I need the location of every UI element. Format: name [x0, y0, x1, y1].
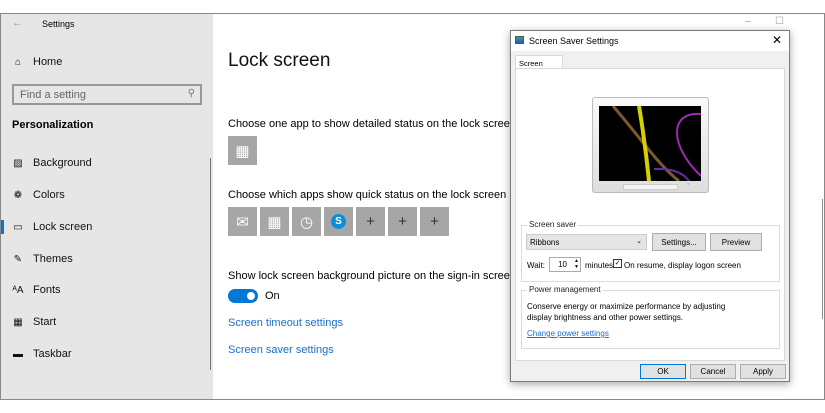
taskbar-icon: ▬ — [13, 348, 23, 360]
spin-arrows-icon[interactable]: ▲ ▼ — [574, 258, 579, 270]
resume-checkbox[interactable]: ✓ — [613, 259, 622, 268]
plus-icon: + — [398, 213, 407, 230]
signin-background-label: Show lock screen background picture on t… — [228, 270, 516, 282]
close-icon[interactable]: ✕ — [772, 33, 782, 47]
section-heading: Personalization — [12, 119, 94, 131]
alarms-app-tile[interactable]: ◷ — [292, 207, 321, 236]
apply-button[interactable]: Apply — [740, 364, 786, 379]
nav-label: Taskbar — [33, 348, 72, 360]
minimize-button[interactable]: – — [745, 16, 751, 27]
power-description: Conserve energy or maximize performance … — [527, 302, 726, 322]
sidebar-item-background[interactable]: ▨ Background — [11, 157, 92, 169]
add-app-button[interactable]: + — [420, 207, 449, 236]
window-title: Settings — [42, 19, 75, 29]
calendar-app-tile[interactable]: ▦ — [228, 136, 257, 165]
sidebar-item-fonts[interactable]: ᴬA Fonts — [11, 284, 61, 296]
sidebar-item-start[interactable]: ▦ Start — [11, 316, 56, 328]
power-led-icon: ◦ — [687, 181, 690, 188]
nav-label: Themes — [33, 253, 73, 265]
monitor-app-icon — [515, 36, 524, 44]
screen-saver-dialog: Screen Saver Settings ✕ Screen Saver ◦ S… — [510, 30, 790, 382]
search-placeholder: Find a setting — [20, 89, 87, 101]
screen-timeout-link[interactable]: Screen timeout settings — [228, 317, 343, 329]
mail-app-tile[interactable]: ✉ — [228, 207, 257, 236]
monitor-preview: ◦ — [592, 97, 709, 193]
add-app-button[interactable]: + — [356, 207, 385, 236]
chevron-down-icon: ⌄ — [636, 238, 642, 245]
screen-saver-group: Screen saver Ribbons ⌄ Settings... Previe… — [521, 220, 780, 282]
group-label: Screen saver — [527, 220, 579, 229]
plus-icon: + — [366, 213, 375, 230]
resume-label: On resume, display logon screen — [624, 261, 741, 270]
dialog-title: Screen Saver Settings — [529, 36, 619, 46]
nav-label: Fonts — [33, 284, 61, 296]
tab-screen-saver[interactable]: Screen Saver — [515, 55, 563, 77]
tab-panel: ◦ Screen saver Ribbons ⌄ Settings... Prev… — [515, 68, 785, 361]
select-value: Ribbons — [530, 238, 560, 247]
search-icon: ⚲ — [187, 88, 195, 99]
fonts-icon: ᴬA — [12, 284, 24, 296]
screen-saver-select[interactable]: Ribbons ⌄ — [526, 234, 647, 250]
sidebar-item-home[interactable]: ⌂ Home — [11, 56, 62, 68]
nav-label: Colors — [33, 189, 65, 201]
skype-app-tile[interactable]: S — [324, 207, 353, 236]
sidebar: ← Settings ⌂ Home Find a setting ⚲ Person… — [1, 14, 213, 399]
image-icon: ▨ — [13, 157, 23, 169]
wait-minutes-stepper[interactable]: 10 ▲ ▼ — [549, 257, 581, 272]
nav-label: Background — [33, 157, 92, 169]
calendar-icon: ▦ — [267, 213, 282, 231]
quick-status-label: Choose which apps show quick status on t… — [228, 189, 507, 201]
wait-value: 10 — [558, 260, 567, 269]
main-scrollbar[interactable] — [822, 199, 823, 319]
selected-indicator — [1, 220, 4, 234]
detailed-status-label: Choose one app to show detailed status o… — [228, 118, 517, 130]
power-management-group: Power management Conserve energy or maxi… — [521, 285, 780, 349]
lock-screen-icon: ▭ — [13, 221, 23, 233]
home-icon: ⌂ — [14, 56, 22, 68]
signin-background-toggle[interactable] — [228, 289, 258, 303]
mail-icon: ✉ — [236, 213, 249, 231]
start-icon: ▦ — [13, 316, 23, 328]
back-arrow-icon[interactable]: ← — [12, 17, 23, 29]
change-power-settings-link[interactable]: Change power settings — [527, 329, 609, 338]
preview-button[interactable]: Preview — [710, 233, 762, 251]
toggle-state: On — [265, 290, 280, 302]
sidebar-item-colors[interactable]: ❁ Colors — [11, 189, 65, 201]
home-label: Home — [33, 56, 63, 68]
wait-label: Wait: — [527, 261, 545, 270]
themes-icon: ✎ — [13, 253, 23, 265]
nav-label: Start — [33, 316, 57, 328]
palette-icon: ❁ — [13, 189, 23, 201]
dialog-titlebar: Screen Saver Settings ✕ — [511, 31, 789, 51]
sidebar-item-taskbar[interactable]: ▬ Taskbar — [11, 348, 72, 360]
group-label: Power management — [527, 285, 603, 294]
search-input[interactable]: Find a setting ⚲ — [12, 84, 202, 105]
ribbons-preview — [599, 106, 701, 181]
ok-button[interactable]: OK — [640, 364, 686, 379]
maximize-button[interactable]: ☐ — [775, 16, 784, 27]
sidebar-scrollbar[interactable] — [210, 158, 211, 370]
settings-button[interactable]: Settings... — [652, 233, 706, 251]
sidebar-item-themes[interactable]: ✎ Themes — [11, 253, 73, 265]
calendar-quick-tile[interactable]: ▦ — [260, 207, 289, 236]
skype-icon: S — [331, 214, 346, 229]
screen-saver-link[interactable]: Screen saver settings — [228, 344, 334, 356]
sidebar-item-lock-screen[interactable]: ▭ Lock screen — [11, 221, 92, 233]
minutes-label: minutes — [585, 261, 614, 270]
page-title: Lock screen — [228, 50, 331, 71]
add-app-button[interactable]: + — [388, 207, 417, 236]
calendar-icon: ▦ — [235, 142, 250, 160]
cancel-button[interactable]: Cancel — [690, 364, 736, 379]
alarm-clock-icon: ◷ — [299, 213, 314, 231]
nav-label: Lock screen — [33, 221, 93, 233]
plus-icon: + — [430, 213, 439, 230]
